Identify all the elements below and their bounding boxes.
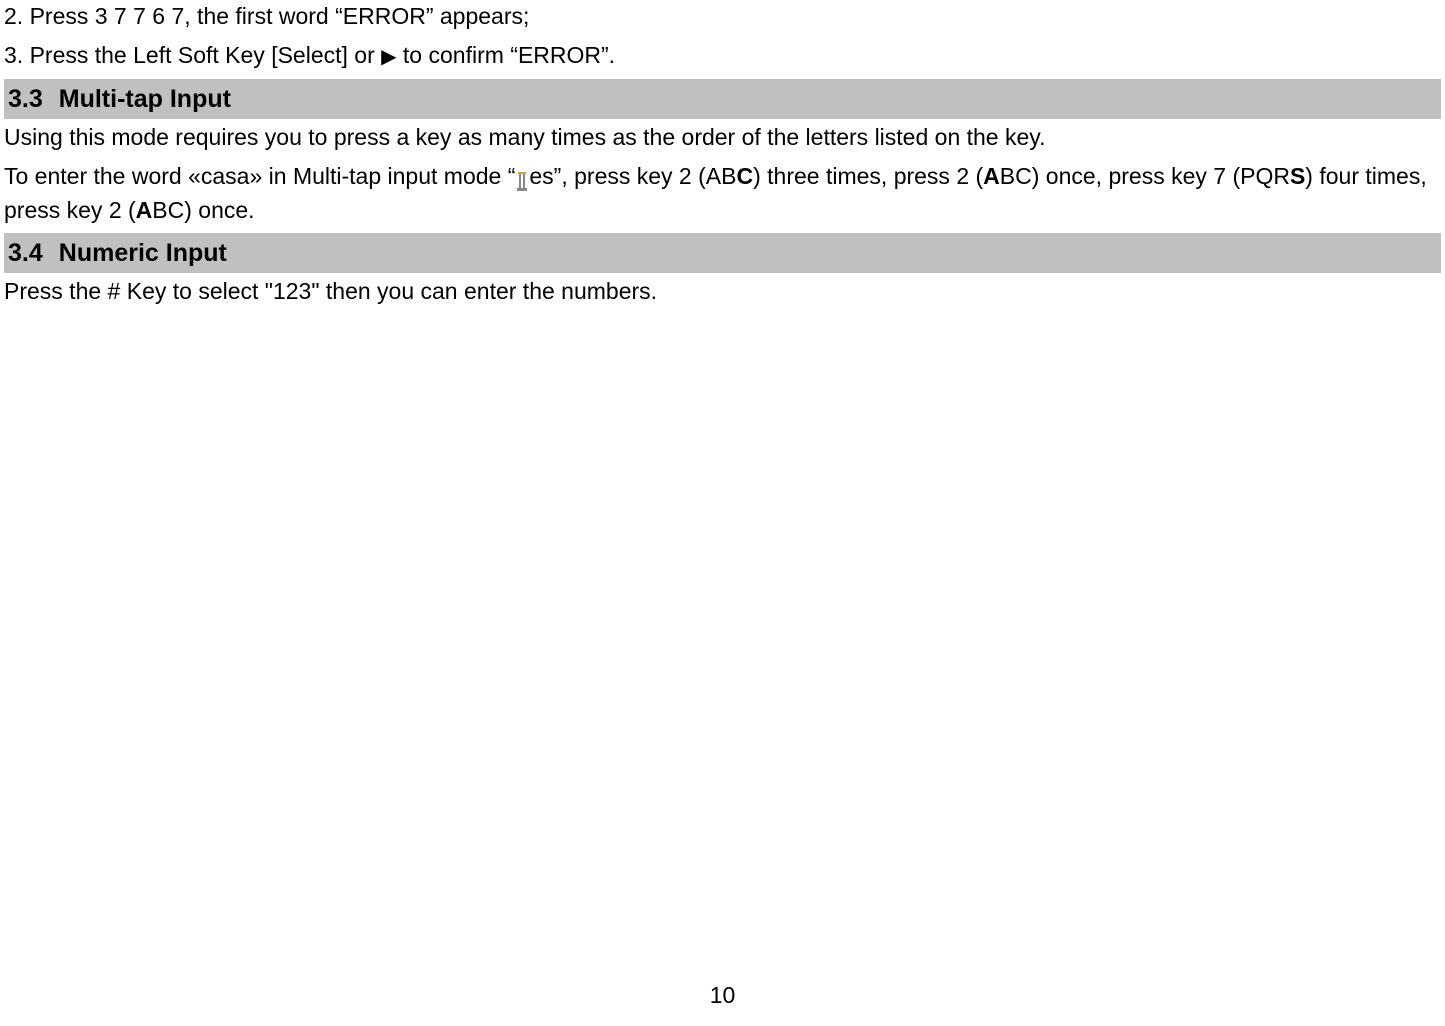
mode-icon xyxy=(515,167,529,186)
step-3: 3. Press the Left Soft Key [Select] or ▶… xyxy=(4,39,1441,72)
step-3-part-a: 3. Press the Left Soft Key [Select] or xyxy=(4,42,381,68)
section-3-3-title: Multi-tap Input xyxy=(59,85,231,113)
p2-text-b: es”, press key 2 (AB xyxy=(529,163,736,189)
section-3-3-number: 3.3 xyxy=(8,85,43,113)
section-3-4-title: Numeric Input xyxy=(59,239,227,267)
section-3-4-paragraph-1: Press the # Key to select "123" then you… xyxy=(4,275,1441,308)
right-arrow-icon: ▶ xyxy=(381,47,396,67)
p2-text-a: To enter the word «casa» in Multi-tap in… xyxy=(4,163,515,189)
step-3-part-b: to confirm “ERROR”. xyxy=(397,42,616,68)
p2-text-f: BC) once, press key 7 (PQR xyxy=(1000,163,1290,189)
p2-bold-c: C xyxy=(736,163,753,189)
section-3-4-number: 3.4 xyxy=(8,239,43,267)
p2-bold-g: S xyxy=(1290,163,1305,189)
p2-bold-e: A xyxy=(983,163,1000,189)
step-2: 2. Press 3 7 7 6 7, the first word “ERRO… xyxy=(4,0,1441,33)
section-3-4-header: 3.4 Numeric Input xyxy=(4,233,1441,273)
section-3-3-paragraph-1: Using this mode requires you to press a … xyxy=(4,121,1441,154)
p2-text-d: ) three times, press 2 ( xyxy=(753,163,983,189)
section-3-3-header: 3.3 Multi-tap Input xyxy=(4,79,1441,119)
page-number: 10 xyxy=(710,979,736,1012)
p2-bold-i: A xyxy=(136,197,153,223)
p2-text-j: BC) once. xyxy=(152,197,254,223)
section-3-3-paragraph-2: To enter the word «casa» in Multi-tap in… xyxy=(4,160,1441,227)
